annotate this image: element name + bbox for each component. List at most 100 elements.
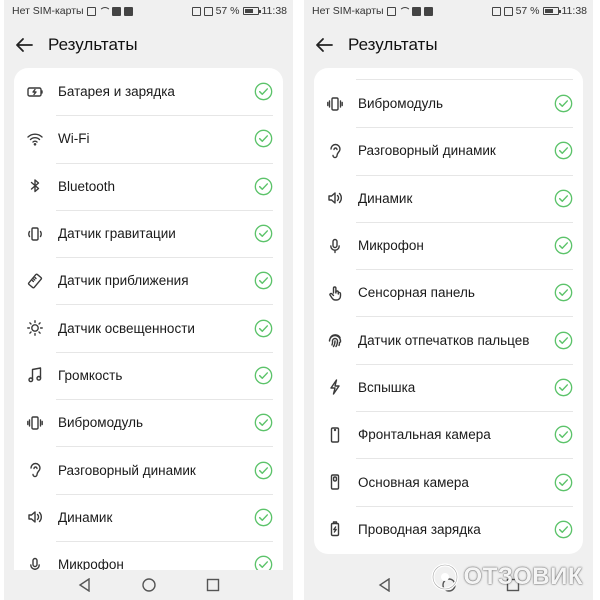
nav-home-button[interactable]: [141, 577, 157, 593]
microphone-icon: [324, 235, 346, 257]
check-circle-icon: [554, 378, 572, 397]
proximity-sensor-icon: [24, 270, 46, 292]
status-indicator: [253, 129, 273, 149]
nav-recents-button[interactable]: [205, 577, 221, 593]
check-circle-icon: [254, 224, 272, 243]
status-indicator: [553, 519, 573, 539]
list-item-label: Микрофон: [358, 238, 424, 254]
status-bar: Нет SIM-карты 57 % 11:38: [4, 0, 293, 22]
gravity-sensor-icon: [24, 223, 46, 245]
touch-icon: [324, 282, 346, 304]
fingerprint-icon: [324, 329, 346, 351]
wifi-icon: [24, 128, 46, 150]
flash-icon: [324, 376, 346, 398]
status-indicator: [553, 283, 573, 303]
status-indicator: [553, 330, 573, 350]
wired-charging-icon: [324, 518, 346, 540]
list-item[interactable]: Динамик: [14, 493, 283, 541]
list-item[interactable]: Проводная зарядка: [314, 505, 583, 553]
notification-icon: [423, 6, 433, 16]
list-item[interactable]: Фронтальная камера: [314, 411, 583, 458]
list-item[interactable]: Сенсорная панель: [314, 269, 583, 316]
status-indicator: [553, 94, 573, 114]
vibrate-status-icon: [503, 6, 513, 16]
check-circle-icon: [554, 236, 572, 255]
list-item[interactable]: Вибромодуль: [314, 78, 583, 127]
check-circle-icon: [254, 82, 272, 101]
list-item[interactable]: Датчик гравитации: [14, 209, 283, 257]
status-indicator: [253, 555, 273, 570]
list-item[interactable]: Вспышка: [314, 363, 583, 411]
list-item-label: Проводная зарядка: [358, 521, 481, 537]
status-indicator: [553, 425, 573, 445]
list-item-label: Вибромодуль: [58, 415, 144, 431]
carrier-text: Нет SIM-карты: [12, 5, 84, 17]
list-item[interactable]: Динамик: [314, 174, 583, 222]
list-item-label: Вспышка: [358, 379, 416, 395]
carrier-text: Нет SIM-карты: [312, 5, 384, 17]
check-circle-icon: [254, 413, 272, 432]
list-item[interactable]: Разговорный динамик: [314, 127, 583, 174]
results-card: Вибромодуль Разговорный динамик Динамик Мик…: [314, 68, 583, 554]
vibration-icon: [324, 93, 346, 115]
status-indicator: [553, 472, 573, 492]
list-item-label: Датчик освещенности: [58, 320, 195, 336]
check-circle-icon: [254, 130, 272, 148]
list-item[interactable]: Вибромодуль: [14, 399, 283, 446]
main-camera-icon: [324, 471, 346, 493]
ear-icon: [324, 140, 346, 162]
check-circle-icon: [554, 473, 572, 491]
speaker-icon: [24, 506, 46, 528]
nav-back-button[interactable]: [77, 577, 93, 593]
check-circle-icon: [254, 177, 272, 196]
list-item[interactable]: Датчик приближения: [14, 257, 283, 304]
check-circle-icon: [554, 283, 572, 302]
list-item[interactable]: Bluetooth: [14, 162, 283, 210]
list-item-label: Динамик: [358, 190, 413, 206]
nav-back-button[interactable]: [377, 577, 393, 593]
back-button[interactable]: [4, 30, 44, 60]
check-circle-icon: [254, 271, 272, 290]
square-recents-icon: [206, 578, 219, 592]
status-indicator: [553, 188, 573, 208]
list-item[interactable]: Wi-Fi: [14, 115, 283, 162]
list-item[interactable]: Разговорный динамик: [14, 446, 283, 493]
list-item[interactable]: Основная камера: [314, 458, 583, 505]
status-indicator: [253, 271, 273, 291]
list-item[interactable]: Громкость: [14, 351, 283, 399]
status-bar: Нет SIM-карты 57 % 11:38: [304, 0, 593, 22]
nfc-icon: [491, 6, 501, 16]
back-button[interactable]: [304, 30, 344, 60]
microphone-icon: [24, 554, 46, 570]
battery-percent: 57 %: [515, 5, 540, 17]
status-indicator: [253, 224, 273, 244]
list-item-label: Сенсорная панель: [358, 285, 475, 301]
vibrate-status-icon: [203, 6, 213, 16]
list-item[interactable]: Микрофон: [314, 221, 583, 269]
list-item-label: Разговорный динамик: [358, 143, 496, 159]
wifi-status-icon: [398, 7, 411, 15]
status-indicator: [553, 141, 573, 161]
check-circle-icon: [554, 189, 572, 208]
list-item[interactable]: Микрофон: [14, 540, 283, 570]
check-circle-icon: [554, 520, 572, 539]
list-item-label: Датчик приближения: [58, 273, 189, 289]
check-circle-icon: [554, 425, 572, 444]
vibration-icon: [24, 412, 46, 434]
list-item[interactable]: Датчик отпечатков пальцев: [314, 316, 583, 363]
list-item[interactable]: Батарея и зарядка: [14, 68, 283, 115]
bluetooth-icon: [24, 175, 46, 197]
list-item[interactable]: Датчик освещенности: [14, 304, 283, 351]
clock: 11:38: [561, 5, 588, 17]
wifi-status-icon: [98, 7, 111, 15]
notification-icon: [123, 6, 133, 16]
check-circle-icon: [554, 142, 572, 160]
check-circle-icon: [254, 366, 272, 385]
list-item-label: Вибромодуль: [358, 96, 444, 112]
results-card: Батарея и зарядка Wi-Fi Bluetooth Датчик гр…: [14, 68, 283, 570]
results-list: Батарея и зарядка Wi-Fi Bluetooth Датчик гр…: [14, 68, 283, 570]
battery-percent: 57 %: [215, 5, 240, 17]
sim-icon: [86, 6, 96, 16]
settings-status-icon: [411, 6, 421, 16]
list-item-label: Динамик: [58, 509, 113, 525]
